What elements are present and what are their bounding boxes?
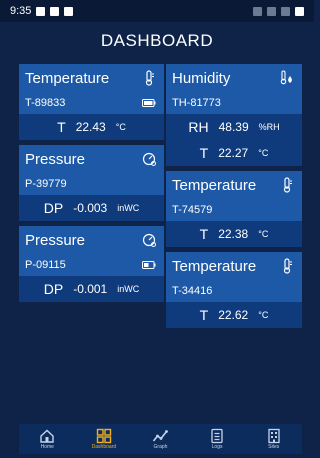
reading-value: 22.27 <box>218 146 249 160</box>
nav-logs[interactable]: Logs <box>197 428 237 450</box>
thermometer-icon <box>283 258 292 274</box>
nav-label: Sites <box>268 444 280 450</box>
thermometer-icon <box>145 70 154 86</box>
battery-full-icon <box>142 99 156 107</box>
page-title: DASHBOARD <box>100 31 214 50</box>
card-header: Pressure <box>19 226 164 254</box>
reading-row: T 22.62 °C <box>166 302 302 328</box>
image-icon <box>64 6 74 16</box>
reading-unit: inWC <box>117 203 140 213</box>
card-header: Humidity <box>166 64 302 92</box>
dashboard-grid-icon <box>96 428 112 444</box>
reading-value: -0.003 <box>73 201 108 215</box>
reading-unit: °C <box>115 122 126 132</box>
card-device-row: TH-81773 <box>166 92 302 114</box>
left-column: Temperature T-89833 T 22.43 °C Pressure <box>19 64 164 307</box>
card-header: Temperature <box>166 171 302 199</box>
card-device-row: P-39779 <box>19 173 164 195</box>
reading-value: -0.001 <box>73 282 108 296</box>
bottom-nav: Home Dashboard Graph Logs Sites <box>19 424 302 454</box>
card-title: Humidity <box>172 69 231 87</box>
notification-icon <box>36 6 46 16</box>
reading-row: DP -0.003 inWC <box>19 195 164 221</box>
right-column: Humidity TH-81773 RH 48.39 %RH T 22.27 °… <box>166 64 302 333</box>
nav-label: Dashboard <box>91 444 117 450</box>
device-id: P-09115 <box>25 259 66 271</box>
reading-label: T <box>199 226 209 242</box>
reading-unit: °C <box>258 310 269 320</box>
reading-value: 22.62 <box>218 308 249 322</box>
pressure-card[interactable]: Pressure P-39779 DP -0.003 inWC <box>19 145 164 221</box>
app-bar: DASHBOARD <box>0 22 314 60</box>
card-device-row: P-09115 <box>19 254 164 276</box>
reading-label: DP <box>43 200 64 216</box>
reading-unit: °C <box>258 229 269 239</box>
reading-value: 48.39 <box>218 120 249 134</box>
status-time: 9:35 <box>10 5 32 17</box>
reading-row: DP -0.001 inWC <box>19 276 164 302</box>
gauge-icon <box>142 152 156 166</box>
device-id: T-74579 <box>172 204 213 216</box>
status-bar: 9:35 <box>0 0 314 22</box>
card-title: Temperature <box>172 257 257 275</box>
status-left: 9:35 <box>10 0 74 22</box>
device-id: TH-81773 <box>172 97 221 109</box>
reading-unit: %RH <box>258 122 280 132</box>
sites-icon <box>268 428 280 444</box>
reading-value: 22.43 <box>75 120 106 134</box>
logs-icon <box>211 428 223 444</box>
gauge-icon <box>142 233 156 247</box>
home-icon <box>40 429 54 443</box>
reading-unit: °C <box>258 148 269 158</box>
reading-label: DP <box>43 281 64 297</box>
signal-icon <box>281 6 290 16</box>
humidity-card[interactable]: Humidity TH-81773 RH 48.39 %RH T 22.27 °… <box>166 64 302 166</box>
card-device-row: T-89833 <box>19 92 164 114</box>
nav-graph[interactable]: Graph <box>140 428 180 450</box>
reading-label: T <box>199 145 209 161</box>
temperature-card[interactable]: Temperature T-89833 T 22.43 °C <box>19 64 164 140</box>
nav-label: Logs <box>211 444 223 450</box>
card-header: Temperature <box>166 252 302 280</box>
card-header: Pressure <box>19 145 164 173</box>
reading-label: T <box>57 119 66 135</box>
card-header: Temperature <box>19 64 164 92</box>
device-id: T-89833 <box>25 97 66 109</box>
thermometer-icon <box>283 177 292 193</box>
reading-label: T <box>199 307 209 323</box>
nav-home[interactable]: Home <box>27 428 67 450</box>
card-title: Pressure <box>25 231 86 249</box>
reading-row: RH 48.39 %RH <box>166 114 302 140</box>
card-title: Temperature <box>172 176 257 194</box>
pressure-card[interactable]: Pressure P-09115 DP -0.001 inWC <box>19 226 164 302</box>
device-id: T-34416 <box>172 285 213 297</box>
wifi-icon <box>267 6 276 16</box>
card-device-row: T-74579 <box>166 199 302 221</box>
notification-icon <box>50 6 60 16</box>
card-device-row: T-34416 <box>166 280 302 302</box>
nav-label: Home <box>40 444 54 450</box>
reading-label: RH <box>188 119 209 135</box>
reading-value: 22.38 <box>218 227 249 241</box>
nav-dashboard[interactable]: Dashboard <box>84 428 124 450</box>
card-title: Temperature <box>25 69 110 87</box>
reading-row: T 22.43 °C <box>19 114 164 140</box>
nav-label: Graph <box>153 444 168 450</box>
reading-row: T 22.27 °C <box>166 140 302 166</box>
reading-unit: inWC <box>117 284 140 294</box>
card-title: Pressure <box>25 150 86 168</box>
mute-icon <box>253 6 262 16</box>
battery-status-icon <box>295 6 304 16</box>
reading-row: T 22.38 °C <box>166 221 302 247</box>
graph-icon <box>153 430 169 442</box>
status-right <box>253 6 304 16</box>
temperature-card[interactable]: Temperature T-74579 T 22.38 °C <box>166 171 302 247</box>
temperature-card[interactable]: Temperature T-34416 T 22.62 °C <box>166 252 302 328</box>
device-id: P-39779 <box>25 178 67 190</box>
humidity-icon <box>280 70 292 85</box>
battery-half-icon <box>142 261 156 269</box>
nav-sites[interactable]: Sites <box>254 428 294 450</box>
